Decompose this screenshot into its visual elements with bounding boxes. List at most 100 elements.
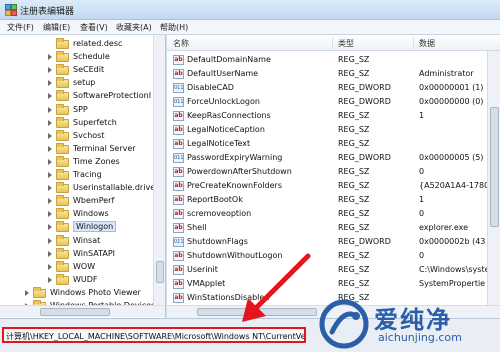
tree-item-label: Time Zones bbox=[73, 156, 120, 166]
list-vertical-scrollbar[interactable] bbox=[487, 51, 500, 305]
tree-item[interactable]: SoftwareProtectionI bbox=[0, 90, 153, 104]
tree-item[interactable]: related.desc bbox=[0, 38, 153, 52]
tree-item[interactable]: Tracing bbox=[0, 169, 153, 183]
string-value-icon: ab bbox=[173, 111, 184, 121]
tree-item[interactable]: WOW bbox=[0, 260, 153, 275]
tree-item[interactable]: Superfetch bbox=[0, 116, 153, 131]
expand-arrow-icon[interactable] bbox=[48, 106, 52, 113]
column-divider[interactable] bbox=[332, 37, 333, 49]
menu-favorites[interactable]: 收藏夹(A) bbox=[116, 22, 152, 33]
value-row[interactable]: ab PreCreateKnownFolders REG_SZ {A520A1A4-1… bbox=[167, 179, 489, 193]
tree-item-label: Svchost bbox=[73, 130, 105, 140]
tree-item[interactable]: Windows bbox=[0, 208, 153, 222]
value-type: REG_SZ bbox=[338, 279, 370, 288]
value-row[interactable]: ab LegalNoticeText REG_SZ bbox=[167, 137, 487, 151]
menu-view[interactable]: 查看(V) bbox=[80, 22, 108, 33]
value-row[interactable]: ab Userinit REG_SZ C:\Windows\syste bbox=[167, 263, 489, 277]
value-row[interactable]: ab DefaultUserName REG_SZ Administrator bbox=[167, 67, 487, 81]
string-value-icon: ab bbox=[173, 251, 184, 261]
value-row[interactable]: ab VMApplet REG_SZ SystemPropertie bbox=[167, 277, 487, 291]
value-row[interactable]: ab PowerdownAfterShutdown REG_SZ 0 bbox=[167, 165, 487, 179]
expand-arrow-icon[interactable] bbox=[48, 132, 52, 139]
value-row[interactable]: ab Shell REG_SZ explorer.exe bbox=[167, 221, 487, 235]
folder-icon bbox=[56, 234, 69, 246]
expand-arrow-icon[interactable] bbox=[48, 158, 52, 165]
watermark-brand: 爱纯净 bbox=[374, 306, 452, 334]
value-type: REG_DWORD bbox=[338, 153, 391, 162]
value-name: Shell bbox=[187, 223, 207, 232]
tree-item[interactable]: Winlogon bbox=[0, 221, 153, 235]
tree-item[interactable]: Windows Photo Viewer bbox=[0, 286, 153, 301]
value-type: REG_SZ bbox=[338, 55, 370, 64]
key-tree-pane: related.desc Schedule SeCEdit setup Software… bbox=[0, 35, 166, 318]
expand-arrow-icon[interactable] bbox=[48, 263, 52, 270]
value-row[interactable]: 011 ForceUnlockLogon REG_DWORD 0x00000000 (… bbox=[167, 95, 487, 109]
value-row[interactable]: ab KeepRasConnections REG_SZ 1 bbox=[167, 109, 487, 123]
expand-arrow-icon[interactable] bbox=[48, 237, 52, 244]
value-row[interactable]: ab ShutdownWithoutLogon REG_SZ 0 bbox=[167, 249, 487, 263]
string-value-icon: ab bbox=[173, 125, 184, 135]
tree-item[interactable]: Terminal Server bbox=[0, 142, 153, 157]
column-divider[interactable] bbox=[413, 37, 414, 49]
expand-arrow-icon[interactable] bbox=[48, 250, 52, 257]
expand-arrow-icon[interactable] bbox=[48, 276, 52, 283]
tree-item-label: Userinstallable.drive bbox=[73, 183, 156, 193]
tree-scroll-thumb[interactable] bbox=[156, 261, 164, 283]
tree-item[interactable]: Time Zones bbox=[0, 155, 153, 170]
value-data: Administrator bbox=[419, 69, 474, 78]
expand-arrow-icon[interactable] bbox=[48, 145, 52, 152]
value-name: PreCreateKnownFolders bbox=[187, 181, 283, 190]
tree-item-label: SoftwareProtectionI bbox=[73, 91, 152, 101]
tree-item[interactable]: WinSATAPI bbox=[0, 247, 153, 262]
header-data[interactable]: 数据 bbox=[419, 38, 435, 49]
value-row[interactable]: ab DefaultDomainName REG_SZ bbox=[167, 53, 487, 67]
header-name[interactable]: 名称 bbox=[173, 38, 189, 49]
folder-icon bbox=[56, 182, 69, 194]
string-value-icon: ab bbox=[173, 69, 184, 79]
menu-help[interactable]: 帮助(H) bbox=[160, 22, 188, 33]
expand-arrow-icon[interactable] bbox=[48, 80, 52, 87]
value-row[interactable]: ab LegalNoticeCaption REG_SZ bbox=[167, 123, 487, 137]
expand-arrow-icon[interactable] bbox=[48, 224, 52, 231]
tree-item[interactable]: Winsat bbox=[0, 234, 153, 249]
header-type[interactable]: 类型 bbox=[338, 38, 354, 49]
tree-item[interactable]: Svchost bbox=[0, 129, 153, 144]
tree-item[interactable]: SeCEdit bbox=[0, 64, 153, 78]
tree-item-label: Windows Photo Viewer bbox=[50, 287, 141, 297]
expand-arrow-icon[interactable] bbox=[48, 185, 52, 192]
value-row[interactable]: ab scremoveoption REG_SZ 0 bbox=[167, 207, 487, 221]
expand-arrow-icon[interactable] bbox=[48, 67, 52, 74]
value-data: 1 bbox=[419, 195, 425, 204]
tree-vertical-scrollbar[interactable] bbox=[153, 35, 165, 305]
folder-icon bbox=[56, 103, 69, 115]
menu-file[interactable]: 文件(F) bbox=[7, 22, 34, 33]
tree-item[interactable]: WbemPerf bbox=[0, 195, 153, 209]
tree-horizontal-scrollbar[interactable] bbox=[0, 305, 165, 317]
tree-item[interactable]: SPP bbox=[0, 103, 153, 118]
tree-item[interactable]: Schedule bbox=[0, 51, 153, 65]
tree-item[interactable]: setup bbox=[0, 77, 153, 91]
folder-icon bbox=[56, 247, 69, 259]
list-scroll-thumb[interactable] bbox=[490, 107, 499, 227]
string-value-icon: ab bbox=[173, 55, 184, 65]
expand-arrow-icon[interactable] bbox=[48, 93, 52, 100]
expand-arrow-icon[interactable] bbox=[48, 54, 52, 61]
tree-item[interactable]: Userinstallable.drive bbox=[0, 182, 156, 196]
expand-arrow-icon[interactable] bbox=[25, 289, 29, 296]
value-name: ShutdownFlags bbox=[187, 237, 248, 246]
value-data: 1 bbox=[419, 111, 425, 120]
tree-hscroll-thumb[interactable] bbox=[40, 308, 110, 316]
expand-arrow-icon[interactable] bbox=[48, 198, 52, 205]
menu-edit[interactable]: 编辑(E) bbox=[43, 22, 70, 33]
value-type: REG_SZ bbox=[338, 181, 370, 190]
expand-arrow-icon[interactable] bbox=[48, 119, 52, 126]
value-row[interactable]: 011 ShutdownFlags REG_DWORD 0x0000002b (43 bbox=[167, 235, 487, 249]
value-type: REG_DWORD bbox=[338, 83, 391, 92]
value-row[interactable]: ab ReportBootOk REG_SZ 1 bbox=[167, 193, 487, 207]
expand-arrow-icon[interactable] bbox=[48, 172, 52, 178]
tree-item-label: Schedule bbox=[73, 52, 110, 62]
value-row[interactable]: 011 DisableCAD REG_DWORD 0x00000001 (1) bbox=[167, 81, 487, 95]
tree-item[interactable]: WUDF bbox=[0, 273, 153, 288]
expand-arrow-icon[interactable] bbox=[48, 211, 52, 218]
value-row[interactable]: 011 PasswordExpiryWarning REG_DWORD 0x00000… bbox=[167, 151, 487, 165]
